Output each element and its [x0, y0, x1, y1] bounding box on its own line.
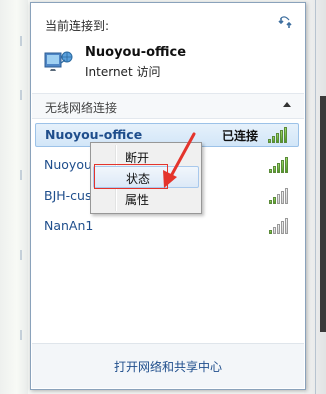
desktop-mark	[20, 90, 30, 100]
network-icon	[44, 51, 73, 71]
open-network-center-link[interactable]: 打开网络和共享中心	[32, 358, 304, 375]
desktop-mark	[20, 250, 30, 260]
connected-network-status: Internet 访问	[85, 65, 161, 79]
chevron-up-icon[interactable]	[283, 102, 291, 107]
footer: 打开网络和共享中心	[32, 344, 304, 388]
desktop-left-strip	[0, 0, 28, 394]
menu-item-disconnect[interactable]: 断开	[93, 146, 199, 166]
wifi-name: Nuoyou	[44, 157, 92, 172]
wifi-name: NanAn1	[44, 218, 94, 233]
wifi-name: Nuoyou-office	[45, 127, 143, 142]
desktop-divider	[315, 0, 316, 394]
signal-strength-icon	[269, 218, 291, 234]
wireless-section-header[interactable]: 无线网络连接	[32, 93, 304, 119]
desktop-mark	[20, 36, 30, 46]
wireless-section-label: 无线网络连接	[45, 101, 118, 115]
menu-item-properties[interactable]: 属性	[93, 188, 199, 208]
wifi-connected-status: 已连接	[221, 129, 258, 143]
wifi-item-nanan1[interactable]: NanAn1	[35, 215, 299, 237]
signal-strength-icon	[269, 188, 291, 204]
wifi-name: BJH-cus	[44, 188, 92, 203]
desktop-scrollbar	[320, 96, 326, 332]
signal-strength-icon	[268, 127, 290, 143]
desktop-mark	[20, 330, 30, 340]
refresh-icon[interactable]	[277, 15, 293, 31]
current-connection-label: 当前连接到:	[45, 19, 110, 33]
connected-network-name: Nuoyou-office	[85, 45, 187, 60]
highlight-box	[94, 164, 168, 189]
desktop-mark	[20, 170, 30, 180]
menu-item-label: 属性	[125, 193, 150, 207]
signal-strength-icon	[269, 157, 291, 173]
